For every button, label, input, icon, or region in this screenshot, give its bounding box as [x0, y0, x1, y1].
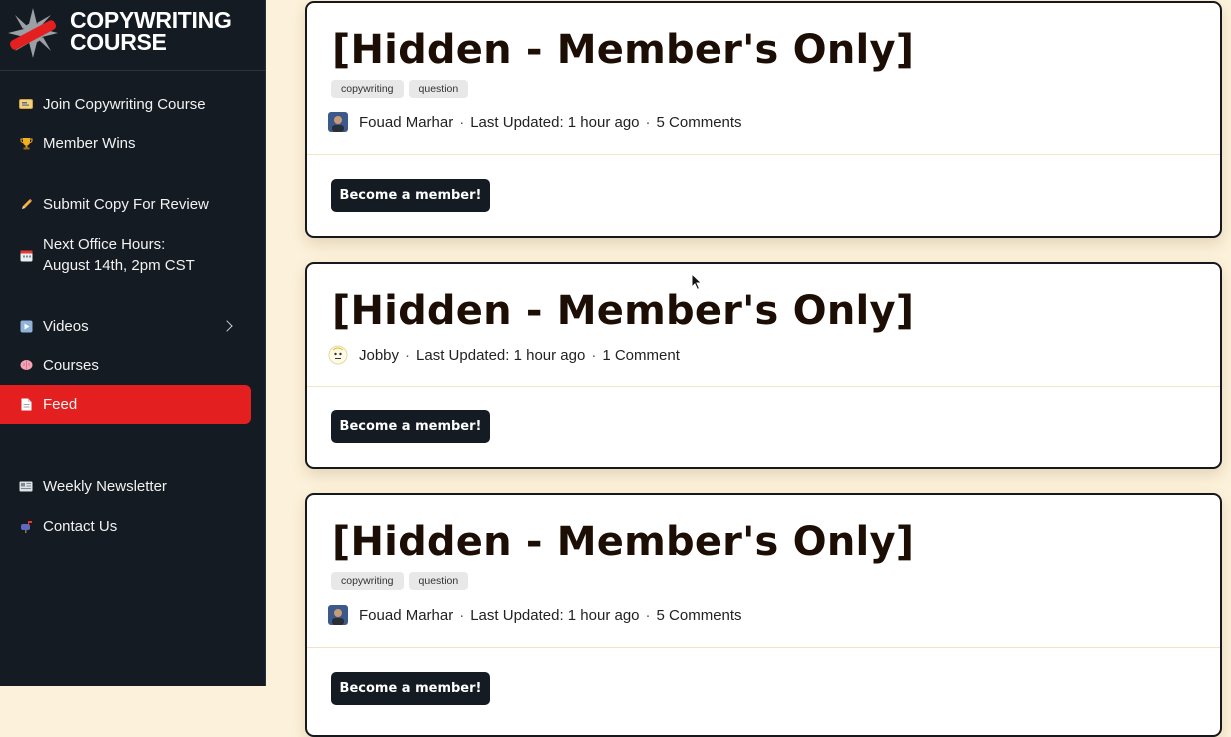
sidebar-item-member-wins[interactable]: Member Wins [0, 131, 251, 155]
sidebar: COPYWRITING COURSE Join Copywriting Cour… [0, 0, 266, 686]
sidebar-item-label: Next Office Hours: August 14th, 2pm CST [43, 236, 195, 274]
become-member-button[interactable]: Become a member! [331, 672, 490, 705]
avatar[interactable] [328, 345, 348, 365]
divider [307, 154, 1220, 155]
sidebar-item-label: Videos [43, 317, 89, 335]
ticket-icon [18, 96, 34, 112]
tag-chip[interactable]: copywriting [331, 80, 404, 98]
newspaper-icon [18, 478, 34, 494]
post-tags: copywriting question [331, 80, 469, 98]
tag-chip[interactable]: question [408, 572, 469, 590]
sidebar-item-feed[interactable]: Feed [0, 385, 251, 424]
post-comments[interactable]: 5 Comments [657, 114, 742, 131]
post-comments[interactable]: 5 Comments [657, 607, 742, 624]
divider [307, 386, 1220, 387]
sidebar-item-label: Courses [43, 356, 99, 374]
sidebar-item-submit-copy[interactable]: Submit Copy For Review [0, 192, 251, 216]
post-meta: Jobby · Last Updated: 1 hour ago · 1 Com… [328, 345, 680, 365]
post-title[interactable]: [Hidden - Member's Only] [332, 519, 914, 565]
post-meta: Fouad Marhar · Last Updated: 1 hour ago … [328, 605, 742, 625]
mailbox-icon [18, 518, 34, 534]
sidebar-item-label: Join Copywriting Course [43, 95, 206, 113]
chevron-right-icon[interactable] [221, 320, 233, 332]
meta-separator: · [591, 346, 597, 364]
meta-separator: · [645, 606, 651, 624]
sidebar-item-label: Weekly Newsletter [43, 477, 167, 495]
post-meta: Fouad Marhar · Last Updated: 1 hour ago … [328, 112, 742, 132]
pencil-icon [18, 196, 34, 212]
divider [307, 647, 1220, 648]
post-updated: Last Updated: 1 hour ago [470, 606, 640, 624]
sidebar-item-label: Feed [43, 396, 78, 413]
feed-post-card: [Hidden - Member's Only] Jobby · Last Up… [305, 262, 1222, 469]
feed-post-card: [Hidden - Member's Only] copywriting que… [305, 493, 1222, 737]
document-icon [18, 397, 34, 413]
sidebar-item-contact[interactable]: Contact Us [0, 514, 251, 538]
sidebar-item-label: Contact Us [43, 517, 118, 535]
post-tags: copywriting question [331, 572, 469, 590]
post-author[interactable]: Fouad Marhar [359, 114, 453, 131]
sidebar-item-label: Submit Copy For Review [43, 195, 209, 213]
trophy-icon [18, 135, 34, 151]
brand-header[interactable]: COPYWRITING COURSE [0, 0, 265, 71]
play-icon [18, 318, 34, 334]
post-updated: Last Updated: 1 hour ago [416, 346, 586, 364]
mouse-cursor-icon [691, 273, 703, 291]
meta-separator: · [459, 113, 465, 131]
sidebar-item-office-hours[interactable]: Next Office Hours: August 14th, 2pm CST [0, 233, 251, 277]
meta-separator: · [405, 346, 411, 364]
meta-separator: · [645, 113, 651, 131]
tag-chip[interactable]: copywriting [331, 572, 404, 590]
sidebar-item-courses[interactable]: Courses [0, 353, 251, 377]
post-updated: Last Updated: 1 hour ago [470, 113, 640, 131]
meta-separator: · [459, 606, 465, 624]
avatar[interactable] [328, 112, 348, 132]
calendar-icon [18, 247, 34, 263]
post-title[interactable]: [Hidden - Member's Only] [332, 27, 914, 73]
sidebar-item-newsletter[interactable]: Weekly Newsletter [0, 474, 251, 498]
post-comments[interactable]: 1 Comment [602, 347, 680, 364]
post-title[interactable]: [Hidden - Member's Only] [332, 288, 914, 334]
feed-post-card: [Hidden - Member's Only] copywriting que… [305, 1, 1222, 238]
brain-icon [18, 357, 34, 373]
post-author[interactable]: Fouad Marhar [359, 607, 453, 624]
tag-chip[interactable]: question [408, 80, 469, 98]
logo-icon [8, 8, 58, 58]
avatar[interactable] [328, 605, 348, 625]
sidebar-item-videos[interactable]: Videos [0, 314, 251, 338]
become-member-button[interactable]: Become a member! [331, 410, 490, 443]
become-member-button[interactable]: Become a member! [331, 179, 490, 212]
sidebar-item-label: Member Wins [43, 134, 136, 152]
sidebar-item-join[interactable]: Join Copywriting Course [0, 92, 251, 116]
post-author[interactable]: Jobby [359, 347, 399, 364]
brand-title: COPYWRITING COURSE [70, 7, 232, 55]
